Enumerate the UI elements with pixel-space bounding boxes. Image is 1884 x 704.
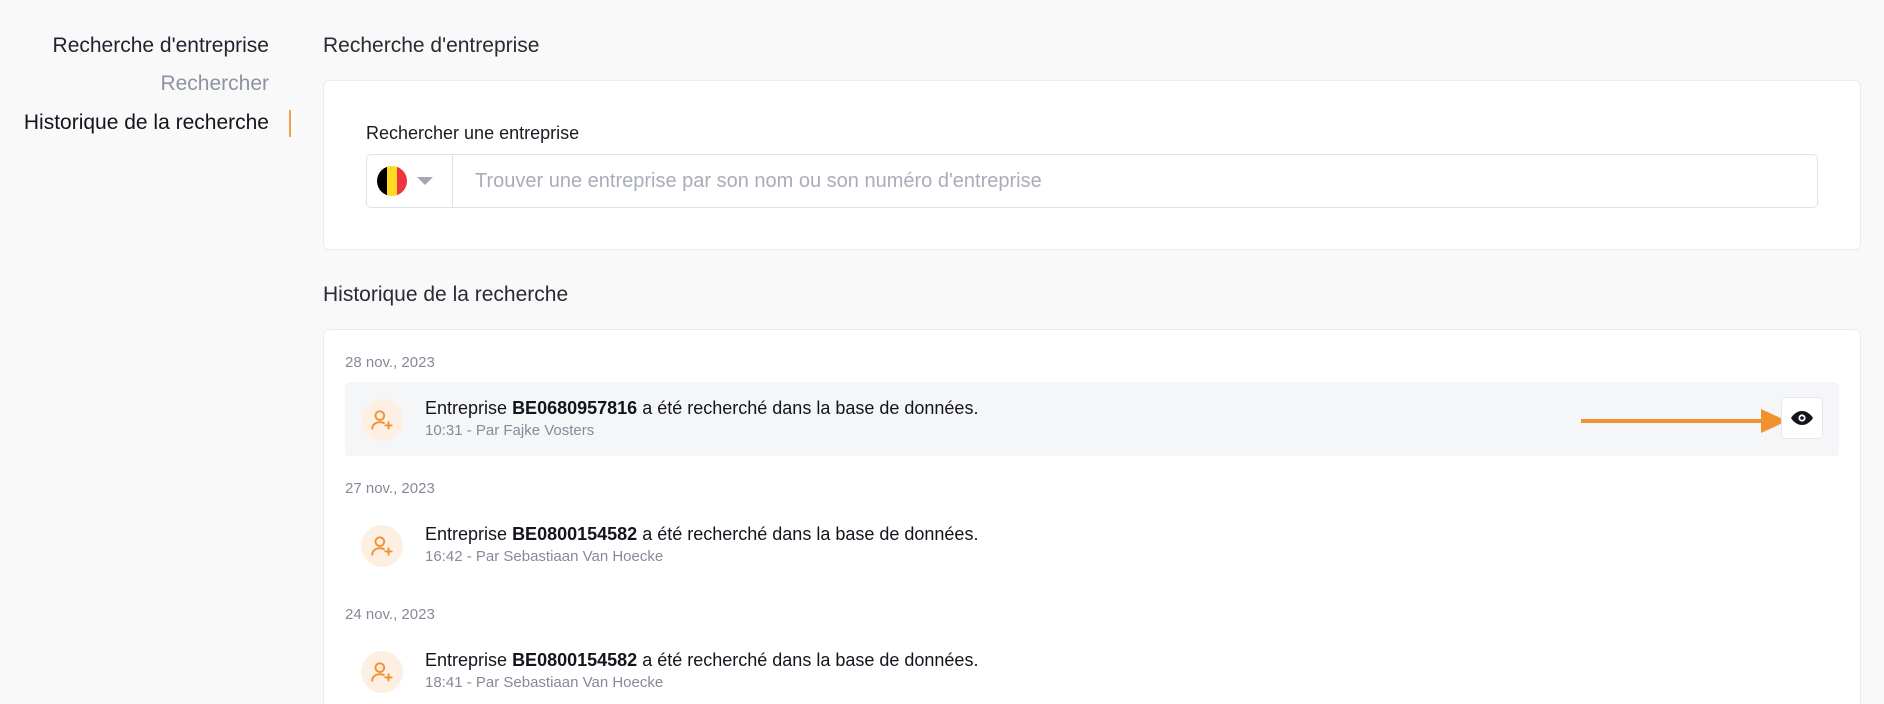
user-add-icon [361, 399, 403, 441]
history-card: 28 nov., 2023 Entreprise BE0680957816 a … [323, 329, 1861, 704]
sidebar-active-indicator [289, 110, 291, 137]
pointer-arrow-icon [1581, 409, 1787, 433]
history-entry-meta: 18:41 - Par Sebastiaan Van Hoecke [425, 674, 664, 691]
sidebar-item-rechercher[interactable]: Rechercher [0, 72, 269, 96]
history-entry: Entreprise BE0680957816 a été recherché … [345, 382, 1839, 456]
chevron-down-icon [417, 177, 433, 185]
eye-icon [1791, 411, 1813, 425]
history-date: 24 nov., 2023 [345, 606, 435, 623]
history-entry-text: Entreprise BE0800154582 a été recherché … [425, 524, 979, 544]
company-number: BE0800154582 [512, 524, 638, 544]
history-entry: Entreprise BE0800154582 a été recherché … [345, 634, 1839, 704]
history-entry-text: Entreprise BE0680957816 a été recherché … [425, 398, 979, 418]
company-number: BE0680957816 [512, 398, 638, 418]
search-input[interactable] [453, 155, 1817, 207]
country-select[interactable] [367, 155, 453, 207]
sidebar-item-historique[interactable]: Historique de la recherche [0, 111, 269, 135]
user-add-icon [361, 651, 403, 693]
history-section-title: Historique de la recherche [323, 283, 569, 306]
search-box [366, 154, 1818, 208]
belgium-flag-icon [377, 166, 407, 196]
history-entry-text: Entreprise BE0800154582 a été recherché … [425, 650, 979, 670]
history-date: 27 nov., 2023 [345, 480, 435, 497]
search-section-title: Recherche d'entreprise [323, 34, 540, 57]
search-card: Rechercher une entreprise [323, 80, 1861, 250]
history-entry: Entreprise BE0800154582 a été recherché … [345, 508, 1839, 582]
view-button[interactable] [1781, 397, 1823, 439]
history-entry-meta: 16:42 - Par Sebastiaan Van Hoecke [425, 548, 664, 565]
company-number: BE0800154582 [512, 650, 638, 670]
page: Recherche d'entreprise Rechercher Histor… [0, 0, 1884, 704]
user-add-icon [361, 525, 403, 567]
sidebar-title: Recherche d'entreprise [52, 34, 269, 57]
history-entry-meta: 10:31 - Par Fajke Vosters [425, 422, 595, 439]
history-date: 28 nov., 2023 [345, 354, 435, 371]
search-label: Rechercher une entreprise [366, 123, 580, 143]
